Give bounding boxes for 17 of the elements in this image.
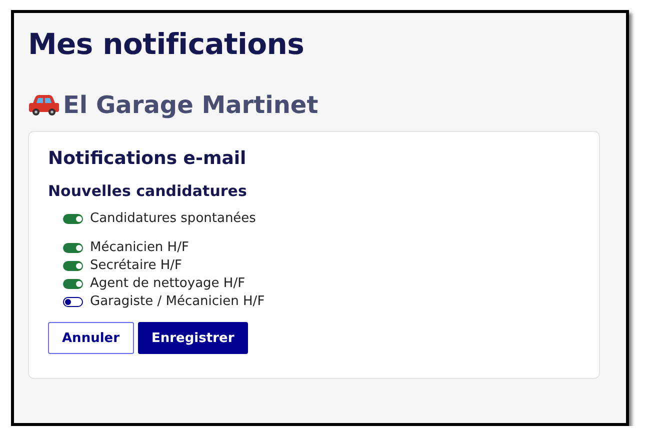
toggle-label: Secrétaire H/F [90,258,182,274]
card-title: Notifications e-mail [48,148,248,169]
company-name: El Garage Martinet [63,91,318,119]
toggle-label: Mécanicien H/F [90,240,189,256]
cancel-button[interactable]: Annuler [48,322,134,354]
toggle-switch[interactable] [63,261,83,271]
toggle-switch[interactable] [63,243,83,253]
toggle-switch[interactable] [63,279,83,289]
toggle-label: Garagiste / Mécanicien H/F [90,294,265,310]
save-button[interactable]: Enregistrer [138,322,248,354]
toggle-label: Candidatures spontanées [90,211,256,227]
toggle-switch[interactable] [63,297,83,307]
toggle-switch[interactable] [63,214,83,224]
section-title: Nouvelles candidatures [48,182,248,200]
toggle-label: Agent de nettoyage H/F [90,276,246,292]
car-icon [28,94,60,116]
page-title: Mes notifications [28,27,306,61]
